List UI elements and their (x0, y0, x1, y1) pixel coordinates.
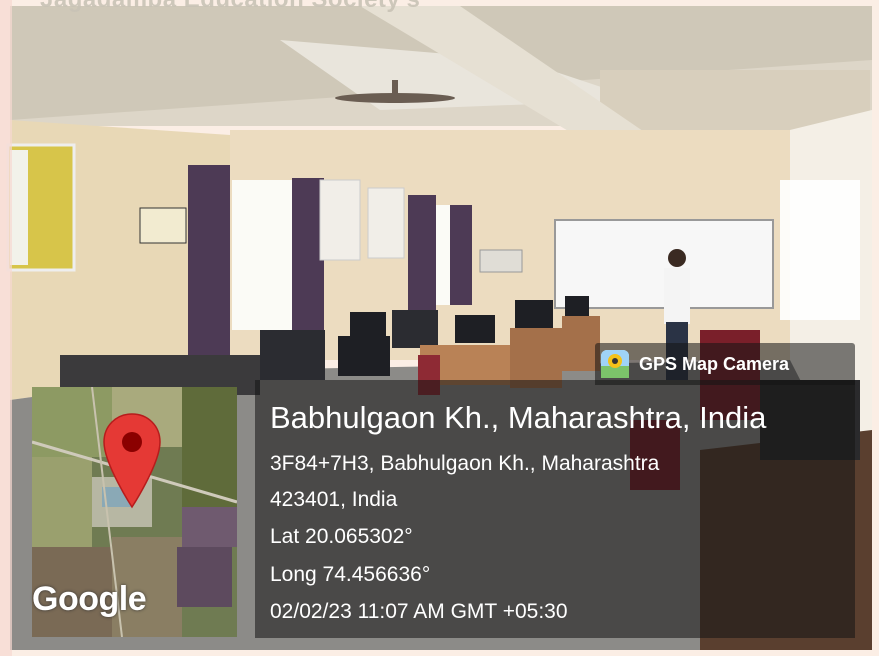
datetime-text: 02/02/23 11:07 AM GMT +05:30 (270, 600, 568, 623)
gps-map-camera-badge: GPS Map Camera (595, 343, 855, 385)
red-location-pin-icon (103, 413, 161, 509)
location-title: Babhulgaon Kh., Maharashtra, India (270, 400, 767, 435)
latitude-text: Lat 20.065302° (270, 525, 413, 548)
address-line-2: 423401, India (270, 488, 398, 511)
watermark-text: Jagadamba Education Society's (40, 0, 420, 14)
google-logo-text: Google (32, 580, 147, 618)
app-name-label: GPS Map Camera (639, 353, 790, 374)
longitude-text: Long 74.456636° (270, 563, 431, 586)
gps-map-camera-app-icon (601, 350, 629, 378)
address-line-1: 3F84+7H3, Babhulgaon Kh., Maharashtra (270, 452, 660, 475)
